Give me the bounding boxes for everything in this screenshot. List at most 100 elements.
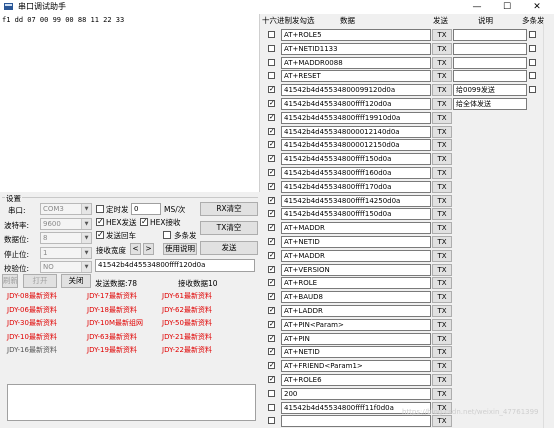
row-data-input[interactable]: AT+MADDR (281, 249, 431, 262)
hex-row-checkbox[interactable] (268, 181, 275, 192)
resource-link[interactable]: JDY-22最新资料 (162, 345, 212, 355)
row-tx-button[interactable]: TX (432, 153, 452, 166)
row-data-input[interactable]: AT+PIN<Param> (281, 318, 431, 331)
hex-row-checkbox[interactable] (268, 222, 275, 233)
row-data-input[interactable]: 41542b4d455348000012150d0a (281, 139, 431, 152)
hex-row-checkbox[interactable] (268, 417, 275, 425)
row-data-input[interactable]: 41542b4d45534800ffff160d0a (281, 167, 431, 179)
resource-link[interactable]: JDY-30最新资料 (7, 318, 57, 328)
row-desc-input[interactable]: 给全体发送 (453, 98, 527, 110)
multi-row-checkbox[interactable] (529, 72, 536, 80)
row-tx-button[interactable]: TX (432, 277, 452, 290)
row-desc-input[interactable] (453, 70, 527, 83)
row-tx-button[interactable]: TX (432, 291, 452, 304)
row-data-input[interactable]: AT+ROLE6 (281, 374, 431, 386)
hex-row-checkbox[interactable] (268, 153, 275, 164)
row-tx-button[interactable]: TX (432, 167, 452, 179)
resource-link[interactable]: JDY-62最新资料 (162, 305, 212, 315)
hex-row-checkbox[interactable] (268, 98, 275, 109)
row-tx-button[interactable]: TX (432, 194, 452, 207)
row-tx-button[interactable]: TX (432, 42, 452, 55)
hex-row-checkbox[interactable] (268, 374, 275, 385)
row-tx-button[interactable]: TX (432, 236, 452, 248)
resource-link[interactable]: JDY-16最新资料 (7, 345, 57, 355)
row-data-input[interactable]: AT+VERSION (281, 263, 431, 276)
refresh-button[interactable]: 刷新 (2, 274, 18, 288)
hex-row-checkbox[interactable] (268, 58, 275, 66)
recv-width-next-button[interactable]: > (143, 243, 154, 255)
row-data-input[interactable]: AT+RESET (281, 70, 431, 83)
minimize-button[interactable]: — (466, 0, 488, 14)
multi-send-checkbox[interactable] (163, 231, 171, 239)
row-tx-button[interactable]: TX (432, 346, 452, 359)
row-data-input[interactable]: AT+MADDR (281, 222, 431, 235)
row-data-input[interactable]: 41542b4d455348000012140d0a (281, 125, 431, 138)
row-tx-button[interactable]: TX (432, 56, 452, 69)
resource-link[interactable]: JDY-63最新资料 (87, 332, 137, 342)
hex-row-checkbox[interactable] (268, 84, 275, 95)
recv-width-prev-button[interactable]: < (130, 243, 141, 255)
receive-area[interactable]: f1 dd 07 00 99 00 88 11 22 33 (0, 14, 260, 192)
hex-row-checkbox[interactable] (268, 236, 275, 247)
row-tx-button[interactable]: TX (432, 360, 452, 373)
multi-row-checkbox[interactable] (529, 44, 536, 52)
hex-row-checkbox[interactable] (268, 389, 275, 397)
resource-link[interactable]: JDY-17最新资料 (87, 291, 137, 301)
row-tx-button[interactable]: TX (432, 415, 452, 428)
maximize-button[interactable]: ☐ (496, 0, 518, 14)
tx-clear-button[interactable]: TX清空 (200, 221, 258, 235)
parity-select[interactable]: NO ▼ (40, 261, 92, 273)
stopbits-select[interactable]: 1 ▼ (40, 247, 92, 259)
hex-row-checkbox[interactable] (268, 346, 275, 357)
row-data-input[interactable]: 41542b4d45534800099120d0a (281, 84, 431, 97)
row-data-input[interactable]: 41542b4d45534800ffff150d0a (281, 208, 431, 221)
resource-link[interactable]: JDY-21最新资料 (162, 332, 212, 342)
row-tx-button[interactable]: TX (432, 387, 452, 400)
multi-row-checkbox[interactable] (529, 58, 536, 66)
hex-recv-checkbox[interactable] (140, 216, 148, 228)
vertical-scrollbar[interactable] (543, 22, 554, 428)
timer-interval-input[interactable]: 0 (131, 203, 161, 215)
row-data-input[interactable]: 41542b4d45534800ffff14250d0a (281, 194, 431, 207)
multi-row-checkbox[interactable] (529, 86, 536, 94)
echo-checkbox[interactable] (96, 229, 104, 241)
databits-select[interactable]: 8 ▼ (40, 232, 92, 244)
row-data-input[interactable]: AT+NETID (281, 346, 431, 359)
hex-row-checkbox[interactable] (268, 333, 275, 344)
row-data-input[interactable]: 41542b4d45534800ffff120d0a (281, 98, 431, 110)
row-tx-button[interactable]: TX (432, 180, 452, 193)
row-tx-button[interactable]: TX (432, 139, 452, 152)
row-data-input[interactable]: 41542b4d45534800ffff150d0a (281, 153, 431, 166)
hex-row-checkbox[interactable] (268, 403, 275, 411)
hex-row-checkbox[interactable] (268, 319, 275, 330)
row-tx-button[interactable]: TX (432, 318, 452, 331)
row-tx-button[interactable]: TX (432, 249, 452, 262)
hex-row-checkbox[interactable] (268, 208, 275, 219)
row-desc-input[interactable] (453, 42, 527, 55)
hex-row-checkbox[interactable] (268, 44, 275, 52)
hex-send-checkbox[interactable] (96, 216, 104, 228)
multi-row-checkbox[interactable] (529, 31, 536, 38)
row-data-input[interactable]: AT+BAUD8 (281, 291, 431, 304)
resource-link[interactable]: JDY-18最新资料 (87, 305, 137, 315)
row-data-input[interactable]: AT+NETID (281, 236, 431, 248)
resource-link[interactable]: JDY-08最新资料 (7, 291, 57, 301)
row-tx-button[interactable]: TX (432, 263, 452, 276)
row-tx-button[interactable]: TX (432, 208, 452, 221)
row-data-input[interactable]: AT+LADDR (281, 305, 431, 317)
close-window-button[interactable]: ✕ (526, 0, 548, 14)
row-desc-input[interactable]: 给0099发送 (453, 84, 527, 97)
resource-link[interactable]: JDY-19最新资料 (87, 345, 137, 355)
row-tx-button[interactable]: TX (432, 84, 452, 97)
hex-row-checkbox[interactable] (268, 291, 275, 302)
baud-select[interactable]: 9600 ▼ (40, 218, 92, 230)
row-tx-button[interactable]: TX (432, 374, 452, 386)
row-data-input[interactable]: 41542b4d45534800ffff19910d0a (281, 111, 431, 124)
hex-row-checkbox[interactable] (268, 167, 275, 178)
row-data-input[interactable] (281, 415, 431, 428)
open-port-button[interactable]: 打开 (23, 274, 57, 288)
row-data-input[interactable]: AT+FRIEND<Param1> (281, 360, 431, 373)
port-select[interactable]: COM3 ▼ (40, 203, 92, 215)
hex-row-checkbox[interactable] (268, 112, 275, 123)
row-data-input[interactable]: 200 (281, 387, 431, 400)
